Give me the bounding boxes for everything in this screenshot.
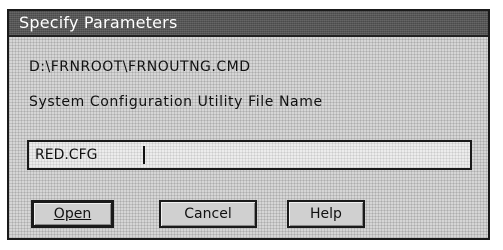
open-button[interactable]: Open — [31, 200, 114, 228]
title-bar[interactable]: Specify Parameters — [9, 11, 488, 37]
cancel-button[interactable]: Cancel — [159, 200, 257, 228]
specify-parameters-dialog: Specify Parameters D:\FRNROOT\FRNOUTNG.C… — [7, 9, 490, 240]
file-name-label: System Configuration Utility File Name — [29, 94, 323, 110]
command-file-path: D:\FRNROOT\FRNOUTNG.CMD — [29, 59, 251, 75]
dialog-title: Specify Parameters — [19, 13, 178, 32]
text-caret — [143, 146, 145, 164]
file-name-input[interactable] — [27, 140, 472, 170]
help-button[interactable]: Help — [287, 200, 365, 228]
